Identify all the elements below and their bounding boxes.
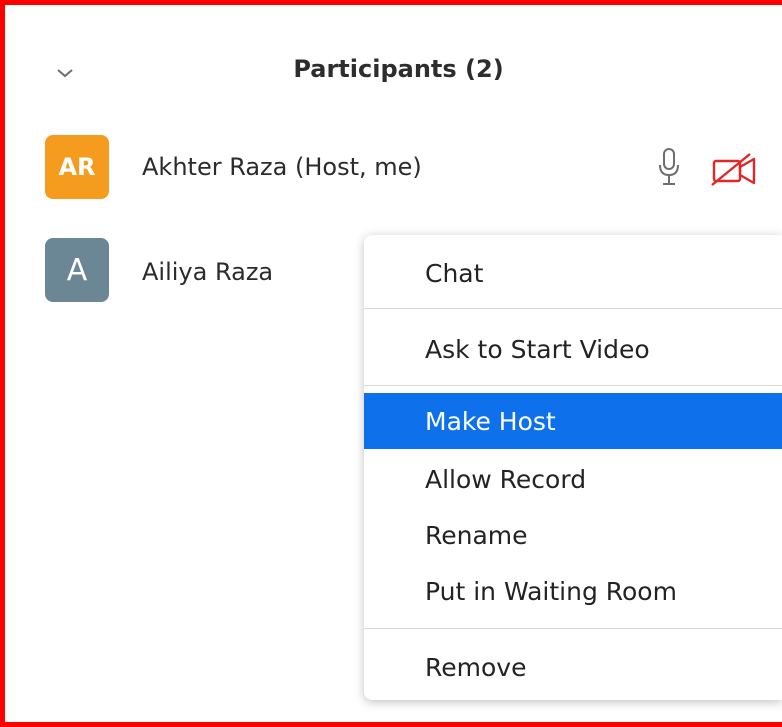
video-off-icon[interactable] [710,152,760,186]
menu-divider [364,385,782,386]
panel-title: Participants (2) [293,55,504,83]
menu-divider [364,308,782,309]
menu-item-rename[interactable]: Rename [364,507,782,563]
mic-icon[interactable] [658,147,680,187]
avatar: AR [45,135,109,199]
menu-divider [364,628,782,629]
menu-item-remove[interactable]: Remove [364,639,782,695]
menu-item-put-in-waiting-room[interactable]: Put in Waiting Room [364,563,782,619]
avatar: A [45,238,109,302]
panel-header: Participants (2) [10,10,782,122]
menu-item-ask-to-start-video[interactable]: Ask to Start Video [364,321,782,377]
participant-name: Akhter Raza (Host, me) [142,153,422,181]
menu-item-chat[interactable]: Chat [364,245,782,301]
participant-name: Ailiya Raza [142,258,274,286]
menu-item-allow-record[interactable]: Allow Record [364,451,782,507]
participant-context-menu: Chat Ask to Start Video Make Host Allow … [364,235,782,700]
menu-item-make-host[interactable]: Make Host [364,393,782,449]
